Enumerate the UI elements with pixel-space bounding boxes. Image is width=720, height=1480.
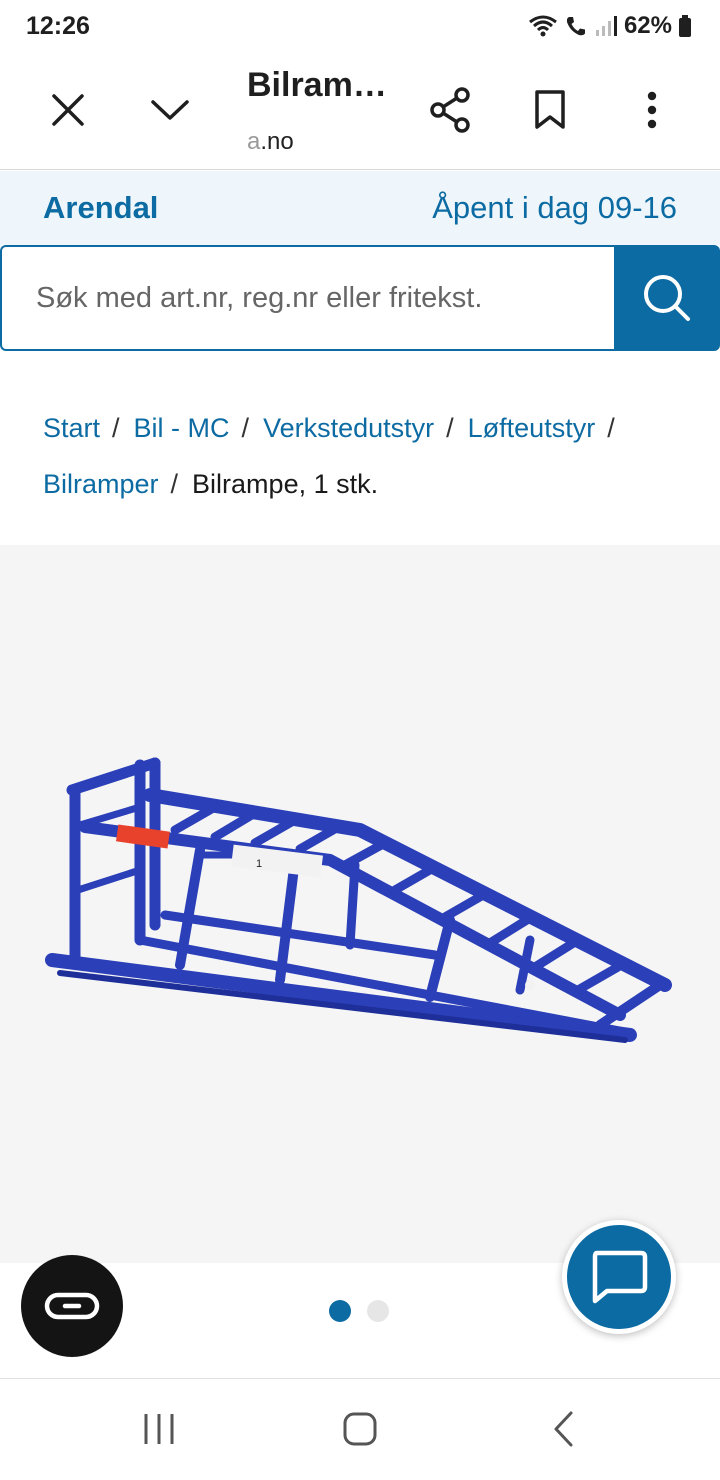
page-url: a.no [247, 128, 294, 156]
share-icon [430, 87, 470, 133]
breadcrumb-verkstedutstyr[interactable]: Verkstedutstyr [263, 413, 434, 443]
bookmark-icon [535, 90, 565, 129]
info-sticker-text: 1 [256, 858, 262, 870]
breadcrumb-separator: / [112, 413, 120, 443]
chevron-down-icon [151, 100, 189, 120]
collapse-button[interactable] [140, 80, 200, 140]
carousel-dot-1[interactable] [329, 1300, 351, 1322]
search-bar [0, 245, 720, 351]
wifi-icon [529, 15, 557, 37]
breadcrumb-bilramper[interactable]: Bilramper [43, 469, 159, 499]
chat-button[interactable] [562, 1220, 676, 1334]
breadcrumb-separator: / [241, 413, 250, 443]
close-icon [52, 94, 84, 126]
breadcrumb-current: Bilrampe, 1 stk. [192, 469, 379, 499]
carousel-dot-2[interactable] [367, 1300, 389, 1322]
close-button[interactable] [38, 80, 98, 140]
battery-percent: 62% [623, 12, 672, 39]
store-name[interactable]: Arendal [43, 190, 158, 226]
store-banner: Arendal Åpent i dag 09-16 [0, 171, 720, 245]
url-main-part: .no [260, 128, 294, 155]
page-title: Bilram… [247, 66, 387, 104]
car-ramp-image: 1 [45, 757, 672, 1043]
product-image[interactable]: 1 [0, 545, 720, 1263]
chat-icon [592, 1250, 648, 1304]
status-bar: 12:26 62% [0, 0, 720, 52]
back-icon [554, 1411, 573, 1447]
breadcrumb-separator: / [170, 469, 179, 499]
more-options-button[interactable] [622, 80, 682, 140]
bookmark-button[interactable] [520, 80, 580, 140]
warning-label [116, 824, 170, 849]
more-vert-icon [647, 91, 657, 129]
search-button[interactable] [614, 245, 720, 351]
breadcrumb-lofteutstyr[interactable]: Løfteutstyr [468, 413, 596, 443]
breadcrumb: Start / Bil - MC / Verkstedutstyr / Løfteutsty… [43, 400, 693, 512]
round-badge [525, 980, 535, 990]
home-icon [343, 1412, 377, 1446]
signal-icon [595, 16, 617, 36]
call-icon [566, 17, 585, 36]
url-faded-part: a [247, 128, 261, 155]
status-time: 12:26 [26, 11, 90, 40]
share-button[interactable] [420, 80, 480, 140]
recent-apps-button[interactable] [124, 1401, 194, 1457]
recent-apps-icon [144, 1414, 174, 1444]
breadcrumb-start[interactable]: Start [43, 413, 100, 443]
status-icons: 62% [528, 12, 692, 40]
store-hours[interactable]: Åpent i dag 09-16 [432, 190, 677, 226]
search-icon [644, 275, 690, 321]
browser-toolbar: Bilram… a.no [0, 52, 720, 170]
home-button[interactable] [325, 1401, 395, 1457]
breadcrumb-separator: / [446, 413, 454, 443]
link-button[interactable] [21, 1255, 123, 1357]
breadcrumb-separator: / [607, 413, 615, 443]
carousel-indicator [329, 1300, 389, 1322]
system-nav-bar [0, 1378, 720, 1480]
breadcrumb-bil-mc[interactable]: Bil - MC [134, 413, 230, 443]
back-button[interactable] [528, 1401, 598, 1457]
link-icon [44, 1292, 100, 1320]
battery-icon [679, 15, 691, 37]
search-input[interactable] [0, 245, 614, 351]
